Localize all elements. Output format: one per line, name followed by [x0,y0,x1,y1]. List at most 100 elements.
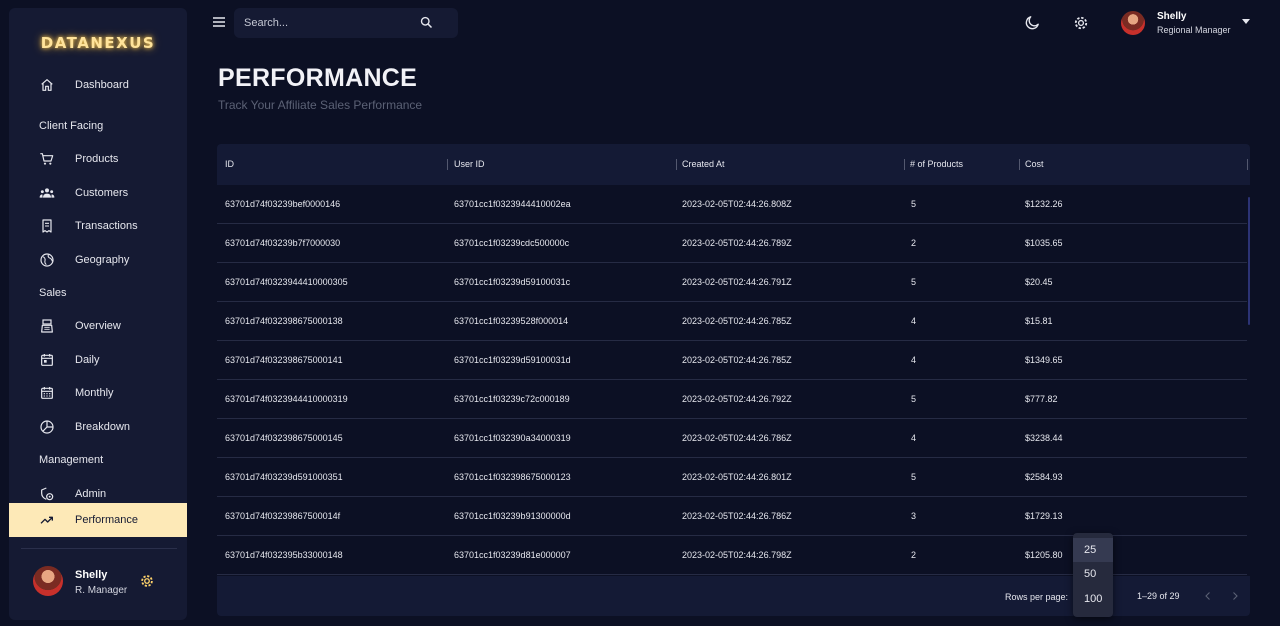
cell-created-at: 2023-02-05T02:44:26.792Z [682,394,792,404]
sidebar-user-role: R. Manager [75,585,128,596]
sidebar-item-transactions[interactable]: Transactions [9,209,187,243]
rows-per-page-option-50[interactable]: 50 [1073,562,1113,586]
column-header-user-id[interactable]: User ID [454,144,485,185]
column-header-id[interactable]: ID [225,144,234,185]
cell-user-id: 63701cc1f03239b91300000d [454,511,571,521]
avatar[interactable] [1121,11,1145,35]
column-separator[interactable] [904,159,905,170]
pie-chart-icon [40,420,54,434]
sidebar-item-overview[interactable]: Overview [9,309,187,343]
topbar-user-name[interactable]: Shelly [1157,11,1186,22]
vertical-scrollbar[interactable] [1248,197,1250,325]
cell-created-at: 2023-02-05T02:44:26.786Z [682,433,792,443]
cell-id: 63701d74f032398675000138 [225,316,343,326]
cell-id: 63701d74f032398675000141 [225,355,343,365]
sidebar-item-monthly[interactable]: Monthly [9,376,187,410]
cell-products: 4 [911,316,917,326]
sidebar-item-geography[interactable]: Geography [9,243,187,277]
sidebar-item-label: Transactions [75,220,138,232]
sidebar-item-daily[interactable]: Daily [9,343,187,377]
sidebar-item-customers[interactable]: Customers [9,176,187,210]
search-icon[interactable] [419,15,434,30]
trending-up-icon [40,516,53,524]
home-icon [41,79,53,91]
sidebar-item-label: Breakdown [75,421,131,433]
table-row[interactable]: 63701d74f03239b7f7000030 63701cc1f03239c… [217,224,1247,263]
column-separator[interactable] [447,159,448,170]
cell-products: 4 [911,355,917,365]
sidebar-item-label: Monthly [75,387,114,399]
sidebar-item-label: Performance [75,514,138,526]
sidebar-item-label: Admin [75,488,107,500]
calendar-month-icon [41,387,53,399]
table-row[interactable]: 63701d74f0323944410000319 63701cc1f03239… [217,380,1247,419]
column-separator[interactable] [1019,159,1020,170]
cell-created-at: 2023-02-05T02:44:26.791Z [682,277,792,287]
sidebar-item-dashboard[interactable]: Dashboard [9,68,187,102]
table-row[interactable]: 63701d74f032398675000145 63701cc1f032390… [217,419,1247,458]
sidebar-item-products[interactable]: Products [9,142,187,176]
cell-products: 4 [911,433,917,443]
cell-created-at: 2023-02-05T02:44:26.798Z [682,550,792,560]
cell-user-id: 63701cc1f03239d59100031d [454,355,571,365]
table-row[interactable]: 63701d74f032398675000138 63701cc1f032395… [217,302,1247,341]
table-header: ID User ID Created At # of Products Cost [217,144,1250,185]
table-row[interactable]: 63701d74f03239bef0000146 63701cc1f032394… [217,185,1247,224]
sidebar-item-label: Dashboard [75,79,129,91]
rows-per-page-option-100[interactable]: 100 [1073,587,1113,611]
point-of-sale-icon [41,319,53,333]
cell-cost: $1232.26 [1025,199,1063,209]
calendar-today-icon [41,354,53,366]
app-logo[interactable]: DATANEXUS [9,34,187,52]
table-row[interactable]: 63701d74f0323944410000305 63701cc1f03239… [217,263,1247,302]
section-sales: Sales [39,287,67,299]
cell-user-id: 63701cc1f032398675000123 [454,472,571,482]
cell-products: 5 [911,394,917,404]
rows-per-page-option-25[interactable]: 25 [1073,538,1113,562]
sidebar-item-label: Daily [75,354,100,366]
sidebar-item-label: Products [75,153,119,165]
sidebar-item-label: Overview [75,320,121,332]
column-header-created-at[interactable]: Created At [682,144,725,185]
cell-cost: $1729.13 [1025,511,1063,521]
cell-created-at: 2023-02-05T02:44:26.785Z [682,355,792,365]
cell-user-id: 63701cc1f03239528f000014 [454,316,569,326]
moon-icon[interactable] [1024,14,1041,31]
sidebar-user-name: Shelly [75,569,108,581]
chevron-right-icon[interactable] [1229,589,1241,603]
cell-cost: $1205.80 [1025,550,1063,560]
chevron-left-icon[interactable] [1202,589,1214,603]
column-separator[interactable] [676,159,677,170]
search-input[interactable] [244,15,414,31]
menu-icon[interactable] [211,14,227,30]
chevron-down-icon[interactable] [1242,19,1250,24]
cell-products: 3 [911,511,917,521]
table-row[interactable]: 63701d74f03239d591000351 63701cc1f032398… [217,458,1247,497]
page-title: PERFORMANCE [218,64,418,92]
table-row[interactable]: 63701d74f03239867500014f 63701cc1f03239b… [217,497,1247,536]
column-separator[interactable] [1247,159,1248,170]
gear-icon[interactable] [138,572,156,590]
cell-cost: $2584.93 [1025,472,1063,482]
shopping-cart-icon [40,153,54,165]
cell-id: 63701d74f0323944410000305 [225,277,348,287]
cell-cost: $15.81 [1025,316,1053,326]
sidebar-item-breakdown[interactable]: Breakdown [9,410,187,444]
column-header-cost[interactable]: Cost [1025,144,1044,185]
cell-user-id: 63701cc1f03239cdc500000c [454,238,570,248]
cell-user-id: 63701cc1f032390a34000319 [454,433,571,443]
cell-created-at: 2023-02-05T02:44:26.789Z [682,238,792,248]
search-bar [234,8,458,38]
rows-per-page-label: Rows per page: [1005,592,1069,602]
table-row[interactable]: 63701d74f032398675000141 63701cc1f03239d… [217,341,1247,380]
settings-gear-icon[interactable] [1072,14,1090,32]
cell-cost: $20.45 [1025,277,1053,287]
column-header-products[interactable]: # of Products [910,144,963,185]
cell-cost: $3238.44 [1025,433,1063,443]
table-body: 63701d74f03239bef0000146 63701cc1f032394… [217,185,1250,576]
cell-user-id: 63701cc1f03239c72c000189 [454,394,570,404]
rows-per-page-menu: 25 50 100 [1073,533,1113,617]
sidebar-item-label: Geography [75,254,130,266]
cell-cost: $777.82 [1025,394,1058,404]
sidebar-item-performance[interactable]: Performance [9,503,187,537]
